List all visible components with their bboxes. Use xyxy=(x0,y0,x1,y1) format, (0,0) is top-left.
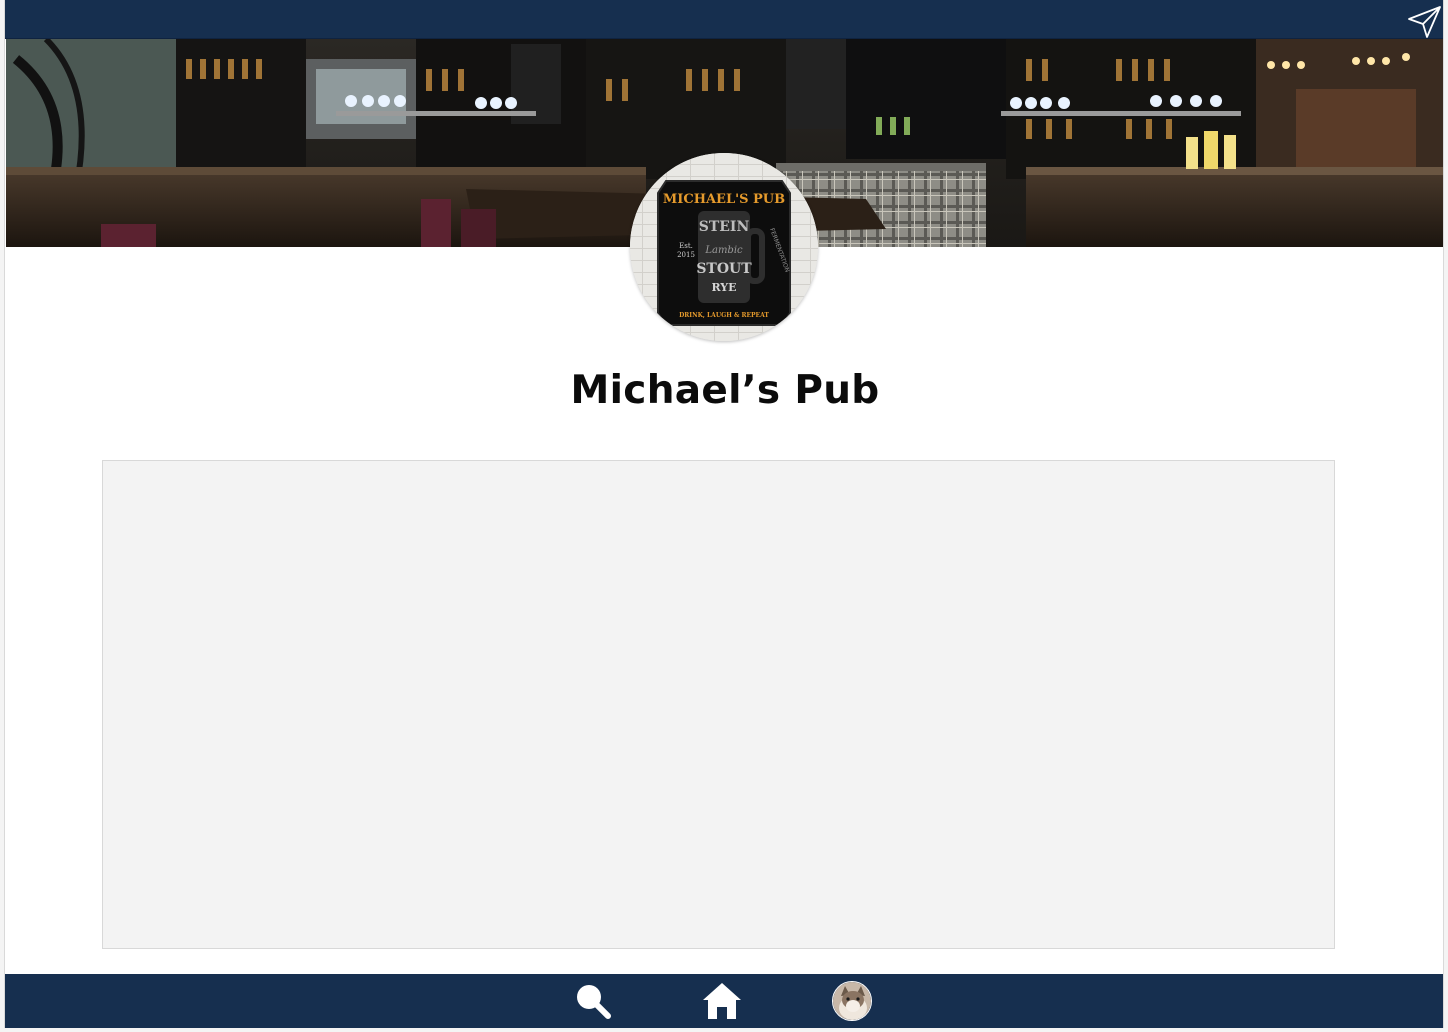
app-frame: MICHAEL'S PUB STEIN Lambic STOUT RYE Est… xyxy=(4,0,1444,1028)
logo-est-label: Est. xyxy=(679,242,693,250)
nav-profile-button[interactable] xyxy=(829,978,875,1024)
logo-word-stein: STEIN xyxy=(699,219,750,235)
logo-bottom-text: DRINK, LAUGH & REPEAT xyxy=(679,312,769,319)
logo-top-text: MICHAEL'S PUB xyxy=(663,192,785,207)
content-panel xyxy=(102,460,1335,949)
logo-word-rye: RYE xyxy=(711,281,736,294)
pub-logo[interactable]: MICHAEL'S PUB STEIN Lambic STOUT RYE Est… xyxy=(630,153,818,341)
avatar xyxy=(832,981,872,1021)
page-title: Michael’s Pub xyxy=(570,368,880,413)
nav-search-button[interactable] xyxy=(570,978,616,1024)
logo-word-stout: STOUT xyxy=(696,261,752,277)
bottom-nav xyxy=(5,974,1443,1028)
home-icon xyxy=(703,983,741,1019)
search-icon xyxy=(577,985,611,1019)
avatar-icon xyxy=(833,982,871,1020)
pub-logo-image: MICHAEL'S PUB STEIN Lambic STOUT RYE Est… xyxy=(630,153,818,341)
nav-home-button[interactable] xyxy=(699,978,745,1024)
share-button[interactable] xyxy=(1407,5,1443,39)
logo-est-year: 2015 xyxy=(677,251,695,259)
top-bar xyxy=(5,0,1443,39)
logo-word-lambic: Lambic xyxy=(704,245,743,256)
paper-plane-icon xyxy=(1408,6,1441,38)
